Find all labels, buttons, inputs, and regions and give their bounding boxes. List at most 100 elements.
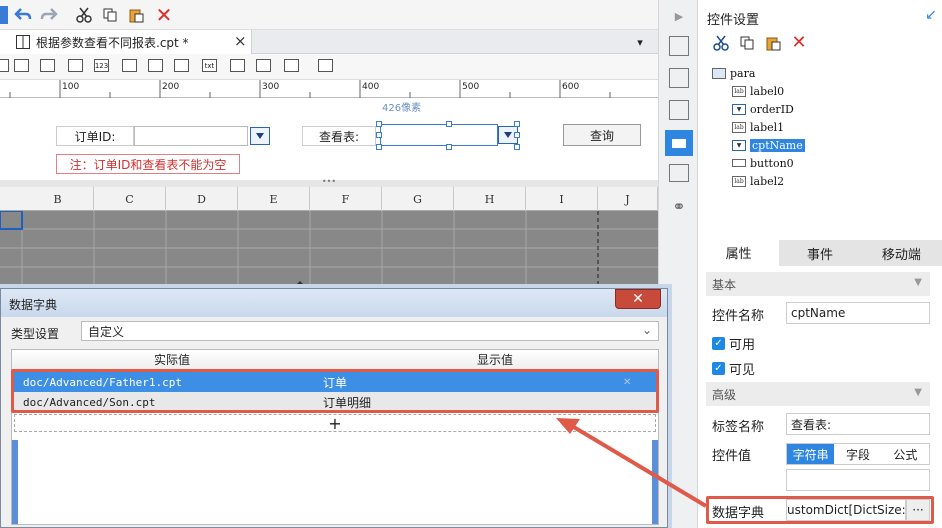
type-select[interactable]: 自定义 ⌄ — [81, 321, 659, 341]
link-icon[interactable]: ⚭ — [669, 196, 689, 216]
scrollbar[interactable] — [12, 440, 18, 524]
tab-close-icon[interactable]: × — [234, 32, 247, 50]
ruler-mark: 300 — [262, 82, 280, 92]
visible-checkbox[interactable]: ✓ 可见 — [712, 359, 755, 378]
column-header-cell[interactable]: E — [238, 187, 310, 211]
tree-item-selected[interactable]: ▼ cptName — [732, 137, 805, 153]
order-id-combo[interactable] — [134, 126, 248, 146]
chevron-down-icon[interactable]: ▼ — [914, 387, 922, 398]
widget-checkbox-group-icon[interactable] — [174, 59, 189, 72]
widget-tree-icon[interactable] — [284, 59, 299, 72]
add-row-button[interactable]: + — [14, 414, 656, 433]
tree-item[interactable]: lab label2 — [732, 173, 784, 189]
chevron-down-icon[interactable]: ⌄ — [642, 323, 652, 337]
order-id-dropdown-icon[interactable] — [250, 127, 270, 145]
resize-handle[interactable] — [376, 132, 382, 138]
order-id-label[interactable]: 订单ID: — [56, 126, 134, 146]
tree-item[interactable]: lab label1 — [732, 119, 784, 135]
view-table-label[interactable]: 查看表: — [302, 126, 376, 146]
cpt-name-combo[interactable] — [380, 124, 498, 146]
tag-name-input[interactable]: 查看表: — [786, 413, 930, 435]
cut-icon[interactable] — [712, 34, 730, 52]
copy-icon[interactable] — [738, 34, 756, 52]
resize-handle[interactable] — [446, 144, 452, 150]
section-advanced[interactable]: 高级 ▼ — [706, 382, 930, 406]
column-header-cell[interactable]: D — [166, 187, 238, 211]
tab-properties[interactable]: 属性 — [698, 240, 780, 266]
redo-icon[interactable] — [38, 5, 60, 25]
col-actual-header[interactable]: 实际值 — [12, 350, 332, 369]
tab-menu-icon[interactable]: ▾ — [632, 35, 648, 49]
ruler-mark: 600 — [562, 82, 580, 92]
delete-icon[interactable]: ✕ — [154, 3, 174, 27]
paste-icon[interactable] — [126, 5, 146, 25]
cut-icon[interactable] — [74, 5, 94, 25]
resize-handle[interactable] — [446, 121, 452, 127]
tab-events[interactable]: 事件 — [779, 240, 861, 266]
type-label: 类型设置 — [11, 327, 60, 341]
resize-handle[interactable] — [514, 144, 520, 150]
column-header-cell[interactable]: I — [526, 187, 598, 211]
widget-number-icon[interactable]: 123 — [94, 59, 109, 72]
copy-icon[interactable] — [100, 5, 120, 25]
tab-mobile[interactable]: 移动端 — [860, 240, 942, 266]
widget-checkbox-icon[interactable] — [256, 59, 271, 72]
layout-icon[interactable] — [669, 36, 689, 56]
column-header-cell[interactable]: J — [598, 187, 658, 211]
tree-item[interactable]: ▼ orderID — [732, 101, 794, 117]
save-icon[interactable] — [0, 6, 8, 24]
widget-more-icon[interactable] — [318, 59, 333, 72]
dialog-titlebar[interactable]: 数据字典 ✕ — [1, 289, 667, 317]
tree-item[interactable]: para — [712, 65, 755, 81]
frame-icon[interactable] — [669, 100, 689, 120]
column-header-cell[interactable]: H — [454, 187, 526, 211]
paste-icon[interactable] — [764, 34, 782, 52]
undo-icon[interactable] — [12, 5, 34, 25]
widget-settings-icon[interactable] — [665, 130, 693, 156]
check-icon: ✓ — [712, 337, 725, 350]
expand-arrow-icon[interactable]: ▶ — [671, 8, 687, 24]
form-grid-icon[interactable] — [669, 68, 689, 88]
chevron-down-icon[interactable]: ▼ — [914, 277, 922, 288]
tree-item[interactable]: lab label0 — [732, 83, 784, 99]
dialog-close-button[interactable]: ✕ — [615, 289, 661, 309]
column-header-cell[interactable]: F — [310, 187, 382, 211]
column-header-cell[interactable]: G — [382, 187, 454, 211]
widget-list-icon[interactable] — [40, 59, 55, 72]
section-advanced-label: 高级 — [712, 387, 737, 402]
splitter[interactable]: ••• — [0, 178, 658, 187]
dict-edit-button[interactable]: ··· — [906, 499, 930, 521]
button-icon — [732, 159, 746, 167]
widget-date-icon[interactable] — [68, 59, 83, 72]
enabled-checkbox[interactable]: ✓ 可用 — [712, 334, 755, 353]
section-basic[interactable]: 基本 ▼ — [706, 272, 930, 296]
cell-attribute-icon[interactable] — [669, 164, 689, 182]
widget-combo-icon[interactable] — [14, 59, 29, 72]
col-display-header[interactable]: 显示值 — [332, 350, 658, 369]
tree-item[interactable]: button0 — [732, 155, 794, 171]
combo-icon: ▼ — [732, 103, 746, 115]
value-tab-string[interactable]: 字符串 — [787, 444, 835, 464]
widget-text-icon[interactable] — [0, 59, 9, 72]
collapse-icon[interactable]: ↙ — [924, 7, 938, 23]
value-tab-field[interactable]: 字段 — [834, 444, 881, 464]
widget-textarea-icon[interactable] — [122, 59, 137, 72]
widget-label-icon[interactable]: txt — [202, 59, 217, 72]
resize-handle[interactable] — [376, 144, 382, 150]
delete-icon[interactable]: ✕ — [790, 32, 808, 53]
tab-report[interactable]: 根据参数查看不同报表.cpt * × — [0, 30, 252, 54]
value-tab-formula[interactable]: 公式 — [882, 444, 929, 464]
widget-name-input[interactable]: cptName — [786, 302, 930, 324]
dict-value-input[interactable]: ustomDict[DictSize:2] — [786, 499, 906, 521]
widget-value-input[interactable] — [786, 469, 930, 491]
warning-label: 注：订单ID和查看表不能为空 — [56, 154, 240, 174]
query-button[interactable]: 查询 — [563, 124, 641, 146]
resize-handle[interactable] — [376, 121, 382, 127]
widget-password-icon[interactable] — [230, 59, 245, 72]
resize-handle[interactable] — [514, 132, 520, 138]
scrollbar[interactable] — [652, 440, 658, 524]
resize-handle[interactable] — [514, 121, 520, 127]
column-header-cell[interactable]: C — [94, 187, 166, 211]
widget-radio-icon[interactable] — [148, 59, 163, 72]
column-header-cell[interactable]: B — [22, 187, 94, 211]
